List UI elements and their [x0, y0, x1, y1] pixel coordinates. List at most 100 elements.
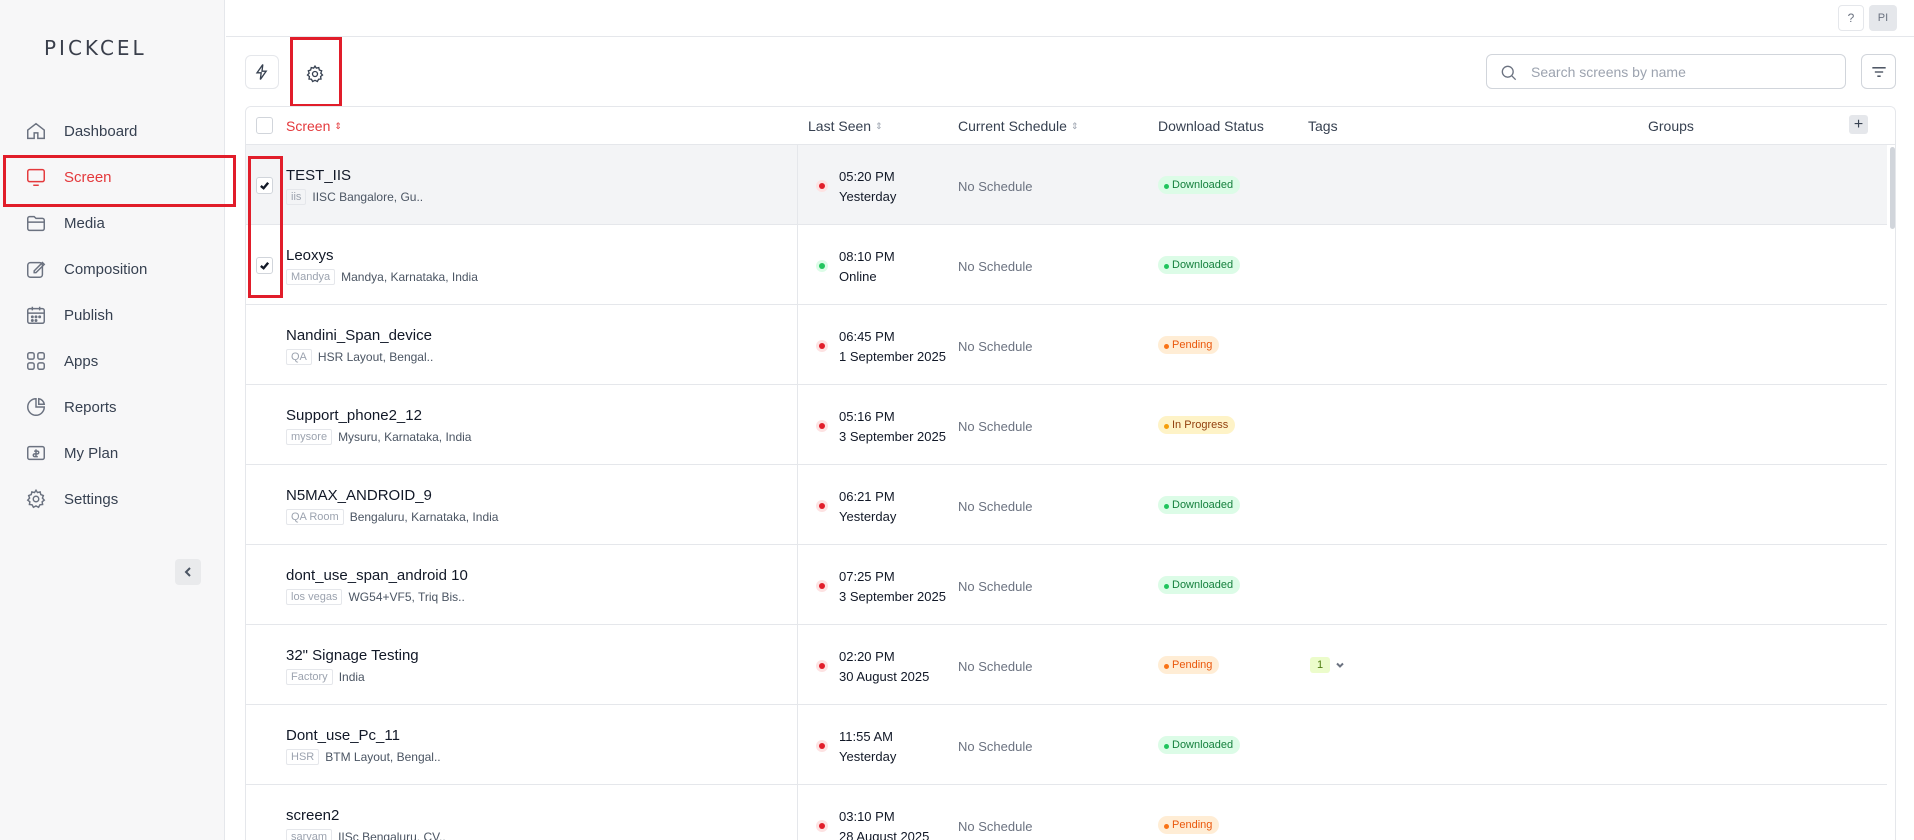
collapse-sidebar-button[interactable] [175, 559, 201, 585]
screen-tag: sarvam [286, 829, 333, 840]
search-input[interactable] [1531, 63, 1831, 80]
sidebar-item-screen[interactable]: Screen [0, 154, 236, 207]
sidebar-item-publish[interactable]: Publish [0, 292, 225, 338]
screen-name[interactable]: N5MAX_ANDROID_9 [286, 487, 432, 504]
screen-tag: Mandya [286, 269, 336, 285]
sidebar-item-label: Dashboard [64, 122, 138, 140]
screen-name[interactable]: screen2 [286, 807, 339, 824]
download-status-badge: Downloaded [1158, 496, 1241, 514]
screen-name[interactable]: Dont_use_Pc_11 [286, 727, 400, 744]
screen-tag: los vegas [286, 589, 343, 605]
column-screen-label: Screen [286, 118, 331, 134]
column-current-schedule[interactable]: Current Schedule ⇕ [958, 118, 1079, 134]
table-row[interactable]: Nandini_Span_device QA HSR Layout, Bengal.… [246, 305, 1887, 385]
table-row[interactable]: N5MAX_ANDROID_9 QA Room Bengaluru, Karnata… [246, 465, 1887, 545]
row-checkbox[interactable] [256, 257, 273, 274]
download-status-badge: Downloaded [1158, 576, 1241, 594]
screen-name[interactable]: TEST_IIS [286, 167, 351, 184]
last-seen-date: 28 August 2025 [839, 829, 930, 840]
sidebar-item-composition[interactable]: Composition [0, 246, 225, 292]
row-checkbox[interactable] [256, 177, 273, 194]
screen-meta: QA Room Bengaluru, Karnataka, India [286, 509, 498, 525]
table-row[interactable]: Support_phone2_12 mysore Mysuru, Karnataka… [246, 385, 1887, 465]
screen-tag: iis [286, 189, 307, 205]
filter-icon [1871, 66, 1886, 77]
screen-name[interactable]: dont_use_span_android 10 [286, 567, 468, 584]
add-column-button[interactable]: + [1849, 115, 1868, 134]
sidebar-item-media[interactable]: Media [0, 200, 225, 246]
sidebar-item-my-plan[interactable]: My Plan [0, 430, 225, 476]
sidebar-item-label: Settings [64, 490, 119, 508]
quick-actions-button[interactable] [245, 55, 279, 89]
last-seen-time: 06:45 PM [839, 329, 895, 344]
sort-icon: ⇕ [334, 120, 342, 131]
table-row[interactable]: screen2 sarvam IISc Bengaluru, CV.. 03:10 P… [246, 785, 1887, 840]
search-box[interactable] [1486, 54, 1846, 89]
table-row[interactable]: 32" Signage Testing Factory India 02:20 PM 3… [246, 625, 1887, 705]
download-status-badge: Pending [1158, 656, 1220, 674]
table-row[interactable]: Dont_use_Pc_11 HSR BTM Layout, Bengal.. 11:… [246, 705, 1887, 785]
last-seen-time: 02:20 PM [839, 649, 895, 664]
screen-location: India [338, 670, 365, 684]
bulk-settings-button[interactable] [298, 57, 332, 91]
offline-indicator [816, 580, 828, 592]
sidebar-item-label: Composition [64, 260, 148, 278]
column-divider [797, 305, 798, 384]
column-last-seen[interactable]: Last Seen ⇕ [808, 118, 883, 134]
screen-name[interactable]: Support_phone2_12 [286, 407, 422, 424]
offline-indicator [816, 500, 828, 512]
lightning-icon [255, 64, 268, 80]
sidebar-item-label: Screen [64, 168, 112, 186]
column-download-label: Download Status [1158, 118, 1264, 134]
sidebar-item-label: Publish [64, 306, 114, 324]
table-row[interactable]: TEST_IIS iis IISC Bangalore, Gu.. 05:20 PM Y… [246, 145, 1887, 225]
download-status-badge: In Progress [1158, 416, 1236, 434]
column-screen[interactable]: Screen ⇕ [286, 118, 342, 134]
last-seen-date: Yesterday [839, 749, 897, 764]
column-divider [797, 705, 798, 784]
plan-icon [24, 441, 48, 465]
sort-icon: ⇕ [1070, 120, 1079, 131]
table-header: Screen ⇕ Last Seen ⇕ Current Schedule ⇕ Dow… [246, 107, 1895, 145]
chevron-down-icon [1336, 662, 1344, 668]
sidebar-item-dashboard[interactable]: Dashboard [0, 108, 225, 154]
offline-indicator [816, 740, 828, 752]
screen-tag: QA [286, 349, 312, 365]
monitor-icon [24, 165, 48, 189]
table-row[interactable]: Leoxys Mandya Mandya, Karnataka, India 08:1… [246, 225, 1887, 305]
sidebar-item-label: Apps [64, 352, 99, 370]
help-button[interactable]: ? [1838, 5, 1864, 31]
last-seen-date: 3 September 2025 [839, 589, 946, 604]
select-all-checkbox[interactable] [256, 117, 273, 134]
scrollbar[interactable] [1890, 147, 1895, 229]
last-seen-time: 11:55 AM [839, 729, 893, 744]
screen-tag: mysore [286, 429, 333, 445]
tags-dropdown[interactable]: 1 [1310, 657, 1346, 673]
sidebar-item-label: Reports [64, 398, 117, 416]
screen-name[interactable]: 32" Signage Testing [286, 647, 419, 664]
screen-name[interactable]: Leoxys [286, 247, 334, 264]
avatar[interactable]: PI [1869, 5, 1897, 31]
offline-indicator [816, 180, 828, 192]
sidebar-item-settings[interactable]: Settings [0, 476, 225, 522]
screen-location: Bengaluru, Karnataka, India [349, 510, 499, 524]
chevron-left-icon [184, 567, 191, 577]
filter-button[interactable] [1861, 54, 1896, 89]
current-schedule: No Schedule [958, 739, 1033, 754]
current-schedule: No Schedule [958, 499, 1033, 514]
sidebar-item-apps[interactable]: Apps [0, 338, 225, 384]
screen-location: BTM Layout, Bengal.. [325, 750, 441, 764]
screen-meta: mysore Mysuru, Karnataka, India [286, 429, 471, 445]
download-status-badge: Downloaded [1158, 256, 1241, 274]
download-status-badge: Pending [1158, 336, 1220, 354]
online-indicator [816, 260, 828, 272]
download-status-badge: Downloaded [1158, 176, 1241, 194]
sidebar-item-reports[interactable]: Reports [0, 384, 225, 430]
last-seen-time: 08:10 PM [839, 249, 895, 264]
sidebar-nav: Dashboard Screen Media Composition Publish Ap… [0, 108, 236, 522]
screen-meta: Factory India [286, 669, 365, 685]
screen-name[interactable]: Nandini_Span_device [286, 327, 432, 344]
folder-icon [24, 211, 48, 235]
table-row[interactable]: dont_use_span_android 10 los vegas WG54+VF… [246, 545, 1887, 625]
last-seen-date: 3 September 2025 [839, 429, 946, 444]
